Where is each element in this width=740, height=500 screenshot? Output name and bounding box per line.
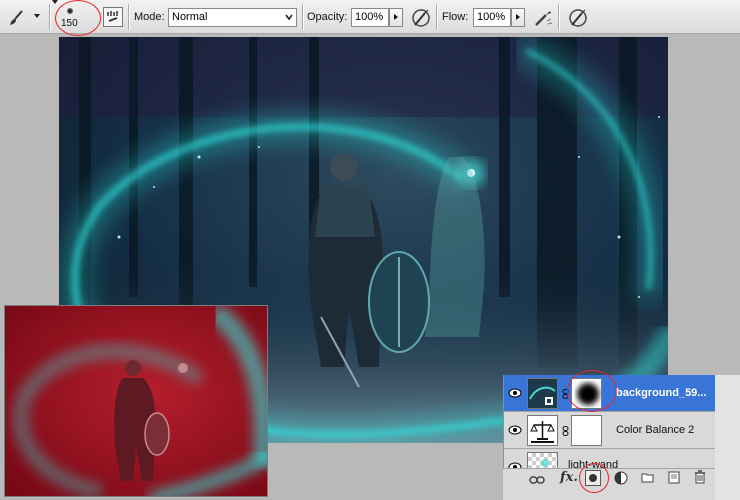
- mode-label: Mode:: [134, 11, 165, 23]
- layer-name: Color Balance 2: [616, 424, 695, 436]
- trash-icon[interactable]: [694, 470, 706, 484]
- separator: [128, 4, 129, 30]
- layer-thumbnail[interactable]: [527, 378, 558, 409]
- mode-value: Normal: [172, 11, 208, 23]
- balance-scale-icon: [530, 421, 555, 443]
- brush-preset-picker[interactable]: 150: [52, 0, 101, 36]
- adjustment-layer-icon[interactable]: [614, 471, 628, 485]
- eye-icon[interactable]: [508, 425, 522, 435]
- layers-footer: fx.: [503, 463, 715, 500]
- tablet-pressure-opacity-icon[interactable]: [409, 6, 430, 27]
- separator: [558, 4, 559, 30]
- eye-icon[interactable]: [508, 388, 522, 398]
- layer-style-button[interactable]: fx.: [560, 470, 578, 485]
- brush-panel-toggle-icon[interactable]: [103, 7, 123, 27]
- folder-icon[interactable]: [641, 472, 654, 483]
- brush-size-value: 150: [61, 18, 78, 29]
- separator: [49, 4, 50, 30]
- tool-preset-dropdown-icon[interactable]: [34, 14, 40, 18]
- airbrush-icon[interactable]: [531, 6, 553, 26]
- adjustment-thumbnail[interactable]: [527, 415, 558, 446]
- link-icon[interactable]: [562, 426, 569, 436]
- opacity-input[interactable]: 100%: [351, 8, 389, 27]
- chevron-down-icon: [52, 0, 58, 4]
- flow-input[interactable]: 100%: [473, 8, 511, 27]
- tablet-pressure-size-icon[interactable]: [566, 6, 587, 27]
- layer-row-color-balance[interactable]: Color Balance 2: [504, 412, 716, 449]
- quick-mask-image: [5, 306, 267, 496]
- separator: [302, 4, 303, 30]
- annotation-circle: [567, 370, 617, 412]
- flow-slider-arrow-icon[interactable]: [511, 8, 525, 27]
- brush-tool-icon[interactable]: [6, 7, 26, 27]
- flow-label: Flow:: [442, 11, 469, 23]
- layer-row-background[interactable]: background_59...: [504, 370, 716, 412]
- opacity-label: Opacity:: [307, 11, 348, 23]
- quick-mask-preview: [4, 305, 268, 497]
- opacity-slider-arrow-icon[interactable]: [389, 8, 403, 27]
- mode-select[interactable]: Normal: [168, 8, 297, 27]
- layer-mask-thumbnail[interactable]: [571, 415, 602, 446]
- brush-tip-icon: [67, 8, 73, 14]
- annotation-circle: [579, 463, 609, 493]
- link-layers-icon[interactable]: [529, 475, 545, 485]
- new-layer-icon[interactable]: [668, 471, 680, 484]
- separator: [436, 4, 437, 30]
- chevron-down-icon: [285, 14, 293, 21]
- options-bar: 150 Mode: Normal Opacity: 100% Flow: 100…: [0, 0, 740, 36]
- layer-name: background_59...: [616, 387, 707, 399]
- panel-edge: [715, 375, 740, 500]
